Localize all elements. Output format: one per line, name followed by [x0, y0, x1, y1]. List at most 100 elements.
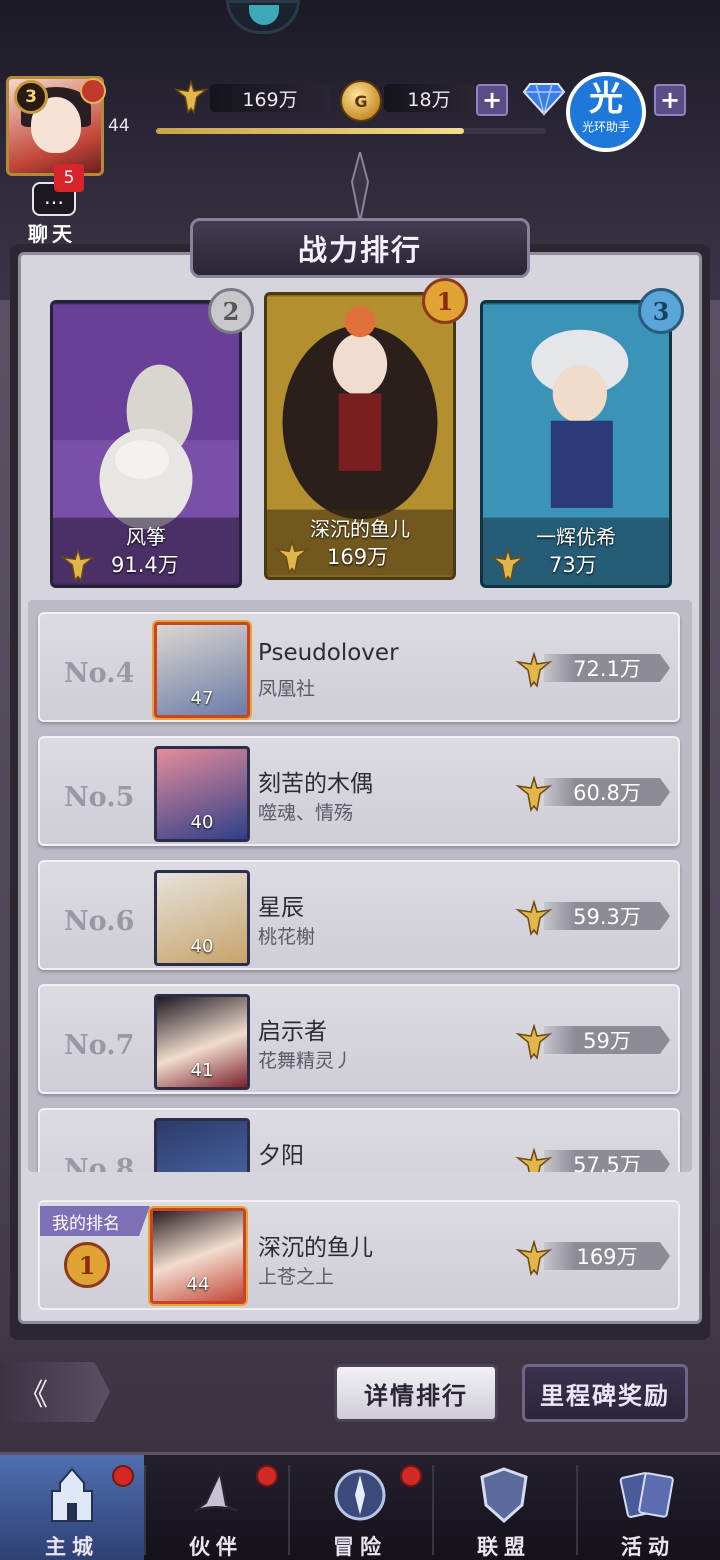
milestone-reward-button[interactable]: 里程碑奖励 [522, 1364, 688, 1422]
my-name: 深沉的鱼儿 [258, 1235, 373, 1261]
nav-adventure[interactable]: 冒险 [288, 1455, 432, 1560]
diamond-icon [522, 83, 566, 116]
row-rank: No.8 [64, 1154, 135, 1172]
row-level: 40 [190, 936, 214, 957]
row-rank: No.6 [64, 906, 135, 937]
row-level: 44 [186, 1274, 210, 1295]
row-level: 41 [190, 1060, 214, 1081]
row-name: 刻苦的木偶 [258, 771, 373, 797]
witch-hat-icon [193, 1469, 239, 1512]
row-power: 72.1万 [544, 654, 670, 682]
row-guild: 凤凰社 [258, 678, 316, 700]
medal-bronze: 3 [638, 288, 684, 334]
power-icon [490, 547, 526, 582]
my-rank-medal: 1 [64, 1242, 110, 1288]
gold-coin-icon: G [340, 80, 382, 122]
xp-fill [156, 128, 465, 134]
detail-ranking-button[interactable]: 详情排行 [334, 1364, 498, 1422]
coin-glyph: G [354, 91, 368, 111]
power-icon [173, 80, 209, 114]
power-value: 169万 [210, 84, 330, 112]
list-item[interactable]: No.8 夕阳 57.5万 [38, 1108, 680, 1172]
nav-label: 联盟 [477, 1535, 531, 1559]
list-item[interactable]: No.7 41 启示者 花舞精灵丿 59万 [38, 984, 680, 1094]
my-guild: 上苍之上 [258, 1266, 335, 1288]
crest-ornament [350, 152, 370, 222]
row-power: 57.5万 [544, 1150, 670, 1172]
avatar-gem-icon [80, 78, 106, 104]
row-power: 59.3万 [544, 902, 670, 930]
castle-icon [51, 1467, 93, 1522]
avatar-level-badge: 3 [14, 80, 48, 114]
nav-alliance[interactable]: 联盟 [432, 1455, 576, 1560]
medal-gold: 1 [422, 278, 468, 324]
row-name: 星辰 [258, 895, 304, 921]
back-arrow-icon: 《 [18, 1378, 48, 1413]
row-rank: No.4 [64, 658, 135, 689]
cards-icon [619, 1472, 674, 1518]
row-power: 59万 [544, 1026, 670, 1054]
podium-power-2: 91.4万 [111, 553, 179, 577]
podium-power-3: 73万 [549, 553, 597, 577]
row-name: 夕阳 [258, 1143, 304, 1169]
row-power: 60.8万 [544, 778, 670, 806]
row-name: Pseudolover [258, 640, 399, 666]
podium-card-2[interactable]: 风筝 91.4万 [50, 300, 242, 588]
podium-card-1[interactable]: 深沉的鱼儿 169万 [264, 292, 456, 580]
podium-name-1: 深沉的鱼儿 [310, 517, 410, 541]
player-level: 44 [108, 116, 130, 136]
chat-label: 聊天 [28, 222, 76, 246]
chat-badge: 5 [54, 164, 84, 192]
podium-power-1: 169万 [327, 545, 389, 569]
my-rank-tag: 我的排名 [40, 1206, 150, 1236]
row-rank: No.7 [64, 1030, 135, 1061]
nav-label: 伙伴 [189, 1535, 243, 1559]
back-button[interactable]: 《 [0, 1362, 110, 1422]
row-level: 47 [190, 688, 214, 709]
assistant-button[interactable]: 光 光环助手 [566, 72, 646, 152]
avatar[interactable]: 41 [154, 994, 250, 1090]
nav-dot [400, 1465, 422, 1487]
page-title: 战力排行 [297, 233, 422, 267]
nav-dot [256, 1465, 278, 1487]
assistant-glyph: 光 [589, 79, 623, 119]
row-guild: 花舞精灵丿 [258, 1050, 354, 1072]
row-rank: No.5 [64, 782, 135, 813]
nav-partners[interactable]: 伙伴 [144, 1455, 288, 1560]
nav-label: 冒险 [333, 1535, 387, 1559]
row-guild: 噬魂、情殇 [258, 802, 354, 824]
compass-icon [334, 1469, 386, 1521]
avatar[interactable]: 44 [150, 1208, 246, 1304]
podium-name-2: 风筝 [126, 525, 166, 549]
medal-silver: 2 [208, 288, 254, 334]
nav-label: 主城 [45, 1535, 99, 1559]
nav-events[interactable]: 活动 [576, 1455, 720, 1560]
nav-dot [112, 1465, 134, 1487]
xp-bar [156, 128, 546, 134]
gold-value: 18万 [384, 84, 474, 112]
podium-card-3[interactable]: 一辉优希 73万 [480, 300, 672, 588]
podium-name-3: 一辉优希 [536, 525, 616, 549]
chat-button[interactable]: … 5 聊天 [20, 164, 90, 246]
power-icon [274, 539, 310, 574]
bottom-nav: 主城 伙伴 冒险 联盟 活动 [0, 1452, 720, 1560]
power-icon [60, 547, 96, 582]
ranking-list[interactable]: No.4 47 Pseudolover 凤凰社 72.1万 No.5 40 刻苦… [28, 600, 692, 1172]
my-power: 169万 [544, 1242, 670, 1270]
avatar[interactable]: 47 [154, 622, 250, 718]
list-item[interactable]: No.6 40 星辰 桃花榭 59.3万 [38, 860, 680, 970]
avatar[interactable] [154, 1118, 250, 1172]
my-rank-row[interactable]: 我的排名 1 44 深沉的鱼儿 上苍之上 169万 [38, 1200, 680, 1310]
title-plaque: 战力排行 [190, 218, 530, 278]
assistant-label: 光环助手 [581, 120, 630, 134]
list-item[interactable]: No.5 40 刻苦的木偶 噬魂、情殇 60.8万 [38, 736, 680, 846]
list-item[interactable]: No.4 47 Pseudolover 凤凰社 72.1万 [38, 612, 680, 722]
nav-label: 活动 [621, 1535, 675, 1559]
avatar[interactable]: 40 [154, 746, 250, 842]
avatar[interactable]: 40 [154, 870, 250, 966]
add-diamond-button[interactable]: + [654, 84, 686, 116]
add-gold-button[interactable]: + [476, 84, 508, 116]
nav-main-city[interactable]: 主城 [0, 1455, 144, 1560]
row-guild: 桃花榭 [258, 926, 316, 948]
row-level: 40 [190, 812, 214, 833]
